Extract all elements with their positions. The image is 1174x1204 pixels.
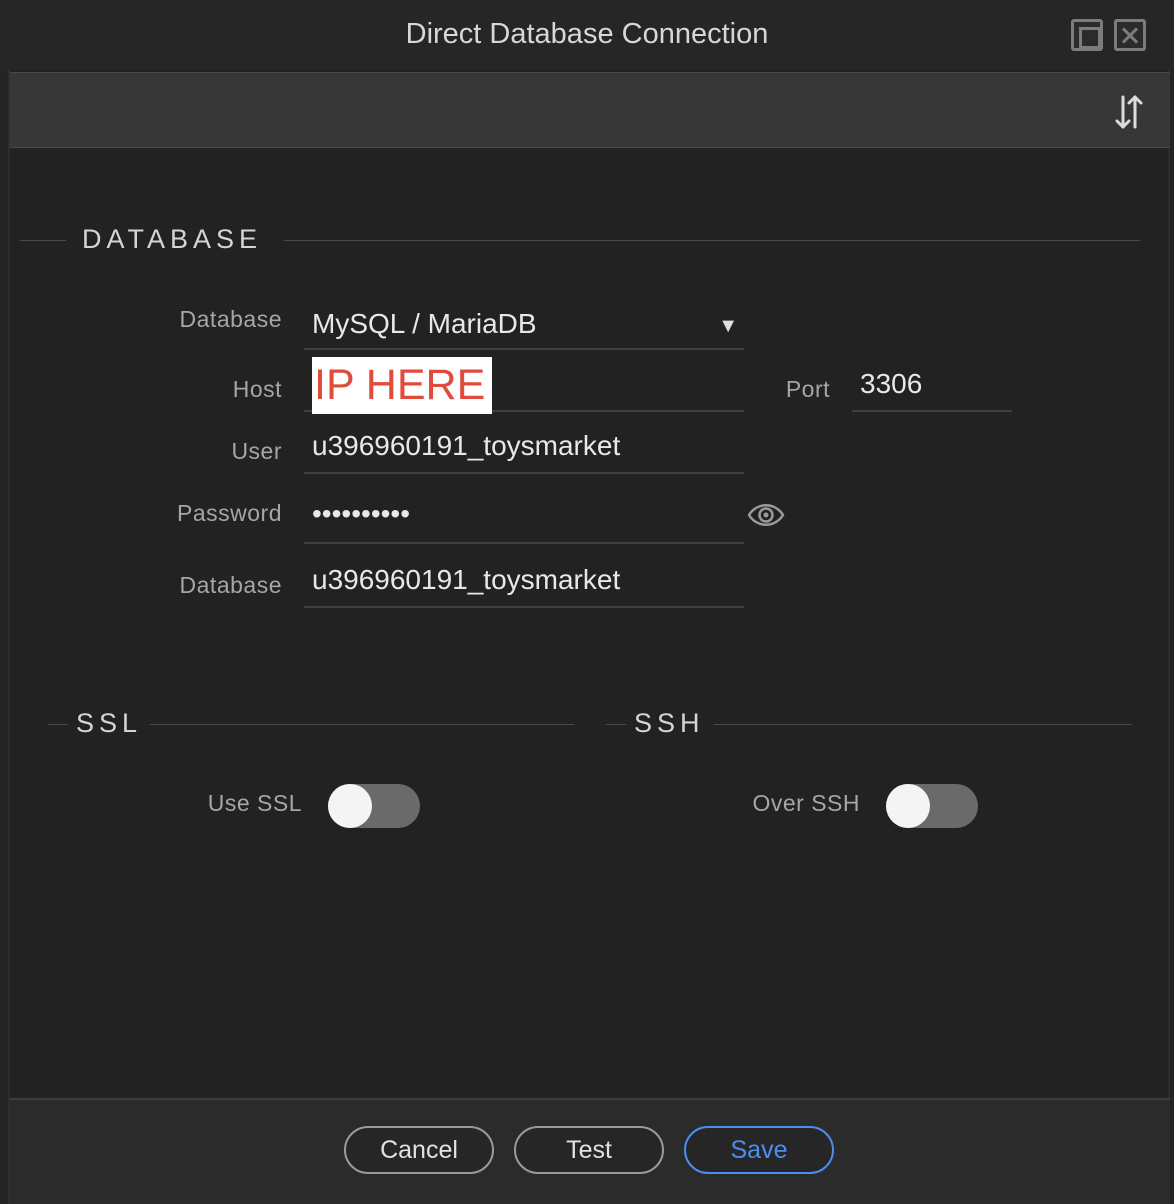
dialog-footer: Cancel Test Save: [10, 1098, 1170, 1204]
user-input[interactable]: u396960191_toysmarket: [304, 426, 744, 474]
chevron-down-icon: ▼: [718, 315, 738, 337]
save-button[interactable]: Save: [684, 1126, 834, 1174]
section-divider: [48, 724, 68, 725]
ssh-section-title: SSH: [634, 708, 705, 738]
ssl-section-title: SSL: [76, 708, 143, 738]
dialog-body: DATABASE Database MySQL / MariaDB ▼ Host…: [8, 70, 1170, 1204]
host-label: Host: [232, 376, 282, 402]
test-button[interactable]: Test: [514, 1126, 664, 1174]
section-divider: [150, 724, 574, 725]
window-title: Direct Database Connection: [405, 18, 769, 50]
close-icon[interactable]: [1114, 19, 1146, 51]
eye-icon[interactable]: [747, 500, 785, 530]
dialog-window: Direct Database Connection DATABASE Data…: [0, 0, 1174, 1204]
over-ssh-label: Over SSH: [752, 790, 860, 816]
maximize-icon[interactable]: [1071, 19, 1103, 51]
port-input[interactable]: 3306: [852, 364, 1012, 412]
section-divider: [606, 724, 626, 725]
password-label: Password: [177, 500, 282, 526]
port-label: Port: [785, 376, 830, 402]
database-section-title: DATABASE: [82, 224, 263, 254]
password-input[interactable]: ••••••••••: [304, 494, 744, 544]
use-ssl-toggle[interactable]: [328, 784, 420, 828]
toolbar: [10, 72, 1170, 148]
toggle-knob: [886, 784, 930, 828]
host-redaction-label: IP HERE: [312, 357, 492, 414]
sort-arrows-icon[interactable]: [1112, 93, 1146, 131]
toggle-knob: [328, 784, 372, 828]
over-ssh-toggle[interactable]: [886, 784, 978, 828]
user-label: User: [231, 438, 282, 464]
database-type-select[interactable]: MySQL / MariaDB ▼: [304, 304, 744, 350]
database-type-label: Database: [179, 306, 282, 332]
cancel-button[interactable]: Cancel: [344, 1126, 494, 1174]
use-ssl-label: Use SSL: [207, 790, 302, 816]
title-bar[interactable]: Direct Database Connection: [0, 0, 1174, 70]
database-name-input[interactable]: u396960191_toysmarket: [304, 560, 744, 608]
database-name-label: Database: [179, 572, 282, 598]
section-divider: [284, 240, 1140, 241]
section-divider: [714, 724, 1132, 725]
section-divider: [20, 240, 66, 241]
database-type-value: MySQL / MariaDB: [312, 308, 537, 339]
